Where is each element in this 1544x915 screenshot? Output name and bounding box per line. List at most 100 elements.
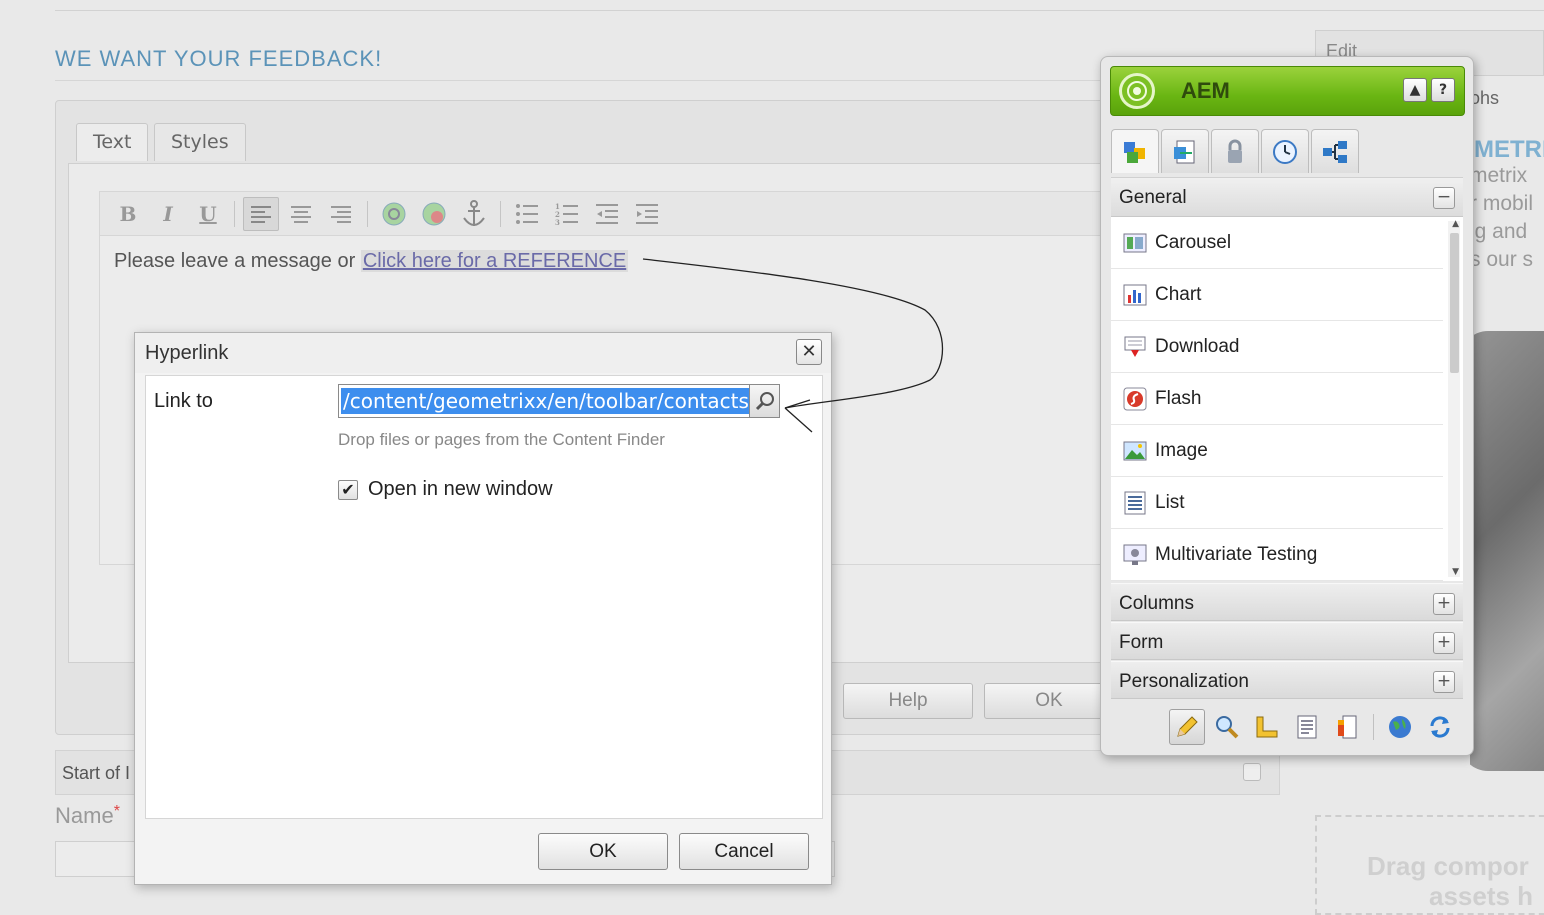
heading-divider (55, 80, 1115, 81)
group-general-label: General (1119, 187, 1187, 208)
scroll-down-icon[interactable]: ▼ (1452, 567, 1459, 577)
component-list-scrollbar[interactable] (1448, 221, 1460, 577)
brand-fragment: METRI (1474, 136, 1544, 163)
refresh-icon[interactable] (1422, 709, 1458, 745)
collapse-icon[interactable]: ▲ (1403, 78, 1427, 102)
collapse-group-icon[interactable]: − (1433, 187, 1455, 209)
align-right-icon[interactable] (323, 197, 359, 231)
open-new-window-label: Open in new window (368, 478, 553, 500)
body-text-line: s our s (1470, 248, 1534, 271)
website-icon[interactable] (1382, 709, 1418, 745)
group-form-header[interactable]: Form + (1111, 622, 1463, 660)
tab-text[interactable]: Text (76, 123, 149, 161)
ok-button-background[interactable]: OK (984, 683, 1114, 719)
group-columns-header[interactable]: Columns + (1111, 583, 1463, 621)
ok-button[interactable]: OK (538, 833, 668, 870)
drag-components-placeholder[interactable]: Drag compor assets h (1315, 815, 1544, 915)
multivariate-testing-icon (1123, 544, 1147, 565)
aem-logo-icon (1119, 73, 1155, 109)
indent-icon[interactable] (629, 197, 665, 231)
workflow-tab-icon[interactable] (1261, 129, 1309, 173)
list-icon (1124, 491, 1146, 514)
component-chart[interactable]: Chart (1111, 269, 1443, 321)
expand-group-icon[interactable]: + (1433, 593, 1455, 615)
structure-tab-icon[interactable] (1311, 129, 1359, 173)
help-icon[interactable]: ? (1431, 78, 1455, 102)
tab-styles[interactable]: Styles (154, 123, 246, 161)
drag-text-line: Drag compor (1367, 851, 1529, 881)
top-divider (55, 10, 1544, 11)
outdent-icon[interactable] (589, 197, 625, 231)
properties-icon[interactable] (1289, 709, 1325, 745)
content-finder-hint: Drop files or pages from the Content Fin… (338, 430, 665, 449)
group-columns-label: Columns (1119, 593, 1194, 614)
scroll-up-icon[interactable]: ▲ (1452, 219, 1459, 229)
download-icon (1124, 336, 1146, 357)
open-new-window-checkbox[interactable]: ✔ (338, 480, 358, 500)
paragraphs-fragment: ohs (1470, 88, 1500, 108)
group-form-label: Form (1119, 632, 1164, 653)
right-content-column: ohs METRI metrix r mobil ig and s our s (1470, 76, 1544, 776)
numbered-list-icon[interactable]: 123 (549, 197, 585, 231)
search-icon[interactable] (750, 384, 780, 418)
activate-icon[interactable] (1329, 709, 1365, 745)
component-label: Multivariate Testing (1155, 543, 1318, 565)
editor-hyperlink[interactable]: Click here for a REFERENCE (360, 250, 629, 272)
expand-group-icon[interactable]: + (1433, 671, 1455, 693)
design-mode-icon[interactable] (1249, 709, 1285, 745)
component-label: Image (1155, 439, 1208, 461)
edit-mode-icon[interactable] (1169, 709, 1205, 745)
body-text-line: metrix (1470, 164, 1528, 187)
expand-group-icon[interactable]: + (1433, 632, 1455, 654)
unlink-icon[interactable] (416, 197, 452, 231)
component-label: List (1155, 491, 1185, 513)
bullet-list-icon[interactable] (509, 197, 545, 231)
body-text-line: ig and (1470, 220, 1528, 243)
toolbar-separator (234, 200, 235, 227)
drag-placeholder-text: Drag compor assets h (1367, 851, 1533, 911)
align-left-icon[interactable] (243, 196, 279, 231)
preview-mode-icon[interactable] (1209, 709, 1245, 745)
sidekick-header[interactable]: AEM ▲ ? (1110, 66, 1465, 116)
component-image[interactable]: Image (1111, 425, 1443, 477)
component-multivariate-testing[interactable]: Multivariate Testing (1111, 529, 1443, 581)
page-heading: WE WANT YOUR FEEDBACK! (55, 46, 383, 71)
bold-icon[interactable]: B (110, 197, 146, 231)
dialog-header[interactable]: Hyperlink ✕ (135, 333, 831, 373)
link-to-label: Link to (154, 390, 213, 412)
cancel-button[interactable]: Cancel (679, 833, 809, 870)
start-of-form-checkbox[interactable] (1243, 763, 1261, 781)
svg-text:3: 3 (555, 218, 560, 225)
page-tab-icon[interactable] (1161, 129, 1209, 173)
name-label-text: Name (55, 803, 114, 828)
italic-icon[interactable]: I (150, 197, 186, 231)
close-icon[interactable]: ✕ (796, 339, 822, 365)
help-button[interactable]: Help (843, 683, 973, 719)
flash-icon (1123, 387, 1147, 410)
component-download[interactable]: Download (1111, 321, 1443, 373)
sidekick-title: AEM (1181, 78, 1230, 103)
component-list[interactable]: List (1111, 477, 1443, 529)
versioning-tab-icon[interactable] (1211, 129, 1259, 173)
required-marker: * (113, 803, 120, 820)
group-personalization-header[interactable]: Personalization + (1111, 661, 1463, 699)
link-icon[interactable] (376, 197, 412, 231)
drag-text-line: assets h (1429, 881, 1534, 911)
group-general-header[interactable]: General − (1111, 177, 1463, 217)
editor-text-plain: Please leave a message or (114, 250, 361, 272)
component-flash[interactable]: Flash (1111, 373, 1443, 425)
align-center-icon[interactable] (283, 197, 319, 231)
toolbar-separator (367, 200, 368, 227)
toolbar-separator (500, 200, 501, 227)
dialog-body: Link to /content/geometrixx/en/toolbar/c… (145, 375, 823, 819)
sidekick-footer-toolbar (1111, 705, 1463, 749)
component-label: Carousel (1155, 231, 1232, 253)
scrollbar-thumb[interactable] (1450, 233, 1459, 373)
underline-icon[interactable]: U (190, 197, 226, 231)
anchor-icon[interactable] (456, 197, 492, 231)
sidekick-tabs (1111, 129, 1359, 173)
link-to-input[interactable]: /content/geometrixx/en/toolbar/contacts.… (338, 384, 750, 418)
footer-separator (1373, 714, 1374, 740)
component-carousel[interactable]: Carousel (1111, 217, 1443, 269)
components-tab-icon[interactable] (1111, 129, 1159, 173)
